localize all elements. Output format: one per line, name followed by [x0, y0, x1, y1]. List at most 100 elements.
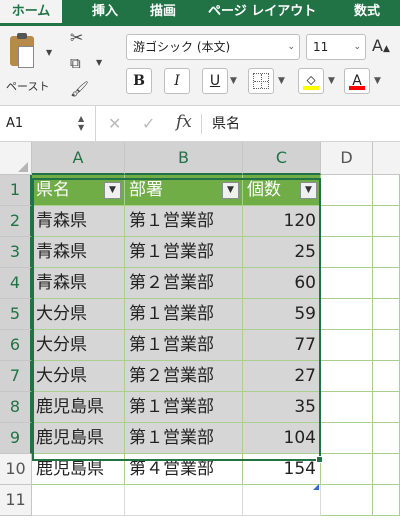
cell-b6[interactable]: 第１営業部 — [125, 330, 243, 361]
row-header-2[interactable]: 2 — [0, 206, 32, 237]
cell-e11[interactable] — [373, 485, 400, 516]
cell-a1[interactable]: 県名 ▼ — [32, 175, 125, 206]
cell-c8[interactable]: 35 — [243, 392, 321, 423]
tab-page-layout[interactable]: ページ レイアウト — [208, 0, 316, 26]
cell-e1[interactable] — [373, 175, 400, 206]
name-box[interactable]: A1 ▲ ▼ — [0, 106, 96, 142]
column-header-d[interactable]: D — [321, 142, 373, 175]
italic-button[interactable]: I — [164, 68, 190, 94]
font-color-button[interactable]: A — [344, 68, 370, 94]
row-header-4[interactable]: 4 — [0, 268, 32, 299]
cell-a3[interactable]: 青森県 — [32, 237, 125, 268]
increase-font-size-button[interactable]: A▲ — [372, 36, 390, 55]
paste-button[interactable]: ▼ ペースト — [6, 33, 52, 102]
cell-e7[interactable] — [373, 361, 400, 392]
cell-b7[interactable]: 第２営業部 — [125, 361, 243, 392]
cell-d11[interactable] — [321, 485, 373, 516]
cell-b3[interactable]: 第１営業部 — [125, 237, 243, 268]
table-resize-handle[interactable] — [313, 484, 319, 490]
cell-e6[interactable] — [373, 330, 400, 361]
cell-c1[interactable]: 個数 ▼ — [243, 175, 321, 206]
cut-icon[interactable]: ✂ — [70, 28, 83, 47]
cell-d9[interactable] — [321, 423, 373, 454]
formula-input[interactable]: 県名 — [212, 106, 240, 142]
bold-button[interactable]: B — [126, 68, 152, 94]
row-header-11[interactable]: 11 — [0, 485, 32, 516]
insert-function-button[interactable]: fx — [176, 112, 192, 132]
cell-b2[interactable]: 第１営業部 — [125, 206, 243, 237]
cell-d3[interactable] — [321, 237, 373, 268]
tab-draw[interactable]: 描画 — [150, 0, 176, 26]
cell-d1[interactable] — [321, 175, 373, 206]
cell-b4[interactable]: 第２営業部 — [125, 268, 243, 299]
cell-a6[interactable]: 大分県 — [32, 330, 125, 361]
fill-color-button[interactable]: ⬦ — [298, 68, 324, 94]
cell-a4[interactable]: 青森県 — [32, 268, 125, 299]
cell-b5[interactable]: 第１営業部 — [125, 299, 243, 330]
cell-b9[interactable]: 第１営業部 — [125, 423, 243, 454]
cell-d2[interactable] — [321, 206, 373, 237]
chevron-down-icon[interactable]: ▼ — [46, 48, 52, 57]
cell-d10[interactable] — [321, 454, 373, 485]
cell-a8[interactable]: 鹿児島県 — [32, 392, 125, 423]
tab-formulas[interactable]: 数式 — [354, 0, 380, 26]
cell-e8[interactable] — [373, 392, 400, 423]
cell-c9[interactable]: 104 — [243, 423, 321, 454]
cell-a9[interactable]: 鹿児島県 — [32, 423, 125, 454]
column-header-b[interactable]: B — [125, 142, 243, 175]
cell-b8[interactable]: 第１営業部 — [125, 392, 243, 423]
cell-b1[interactable]: 部署 ▼ — [125, 175, 243, 206]
chevron-down-icon[interactable]: ▼ — [230, 76, 237, 86]
chevron-down-icon[interactable]: ▼ — [96, 58, 102, 67]
cancel-entry-icon[interactable]: ✕ — [108, 114, 121, 133]
cell-a10[interactable]: 鹿児島県 — [32, 454, 125, 485]
cell-c5[interactable]: 59 — [243, 299, 321, 330]
tab-insert[interactable]: 挿入 — [92, 0, 118, 26]
chevron-down-icon[interactable]: ▼ — [374, 76, 381, 86]
cell-a2[interactable]: 青森県 — [32, 206, 125, 237]
cell-a11[interactable] — [32, 485, 125, 516]
cell-c6[interactable]: 77 — [243, 330, 321, 361]
row-header-6[interactable]: 6 — [0, 330, 32, 361]
cell-e2[interactable] — [373, 206, 400, 237]
format-painter-icon[interactable]: 🖌 — [70, 80, 89, 98]
filter-dropdown-icon[interactable]: ▼ — [300, 182, 317, 199]
font-size-select[interactable]: 11 ⌄ — [306, 34, 366, 60]
cell-c3[interactable]: 25 — [243, 237, 321, 268]
underline-button[interactable]: U — [202, 68, 228, 94]
cell-d7[interactable] — [321, 361, 373, 392]
cell-d8[interactable] — [321, 392, 373, 423]
cell-a5[interactable]: 大分県 — [32, 299, 125, 330]
font-name-select[interactable]: 游ゴシック (本文) ⌄ — [126, 34, 300, 60]
chevron-down-icon[interactable]: ▼ — [328, 76, 335, 86]
chevron-down-icon[interactable]: ▼ — [278, 76, 285, 86]
filter-dropdown-icon[interactable]: ▼ — [222, 182, 239, 199]
borders-button[interactable] — [248, 68, 274, 94]
cell-d5[interactable] — [321, 299, 373, 330]
row-header-5[interactable]: 5 — [0, 299, 32, 330]
cell-a7[interactable]: 大分県 — [32, 361, 125, 392]
cell-c11[interactable] — [243, 485, 321, 516]
tab-home[interactable]: ホーム — [0, 0, 62, 26]
row-header-10[interactable]: 10 — [0, 454, 32, 485]
filter-dropdown-icon[interactable]: ▼ — [104, 182, 121, 199]
column-header-c[interactable]: C — [243, 142, 321, 175]
select-all-button[interactable] — [0, 142, 32, 175]
column-header-a[interactable]: A — [32, 142, 125, 175]
confirm-entry-icon[interactable]: ✓ — [142, 114, 155, 133]
row-header-3[interactable]: 3 — [0, 237, 32, 268]
fill-handle[interactable] — [316, 456, 323, 463]
cell-e9[interactable] — [373, 423, 400, 454]
cell-d4[interactable] — [321, 268, 373, 299]
copy-icon[interactable]: ⧉ — [70, 54, 81, 72]
row-header-8[interactable]: 8 — [0, 392, 32, 423]
cell-d6[interactable] — [321, 330, 373, 361]
cell-c4[interactable]: 60 — [243, 268, 321, 299]
row-header-1[interactable]: 1 — [0, 175, 32, 206]
name-box-stepper-icon[interactable]: ▲ ▼ — [78, 114, 84, 132]
cell-e10[interactable] — [373, 454, 400, 485]
cell-b10[interactable]: 第４営業部 — [125, 454, 243, 485]
cell-c7[interactable]: 27 — [243, 361, 321, 392]
cell-e4[interactable] — [373, 268, 400, 299]
cell-c10[interactable]: 154 — [243, 454, 321, 485]
